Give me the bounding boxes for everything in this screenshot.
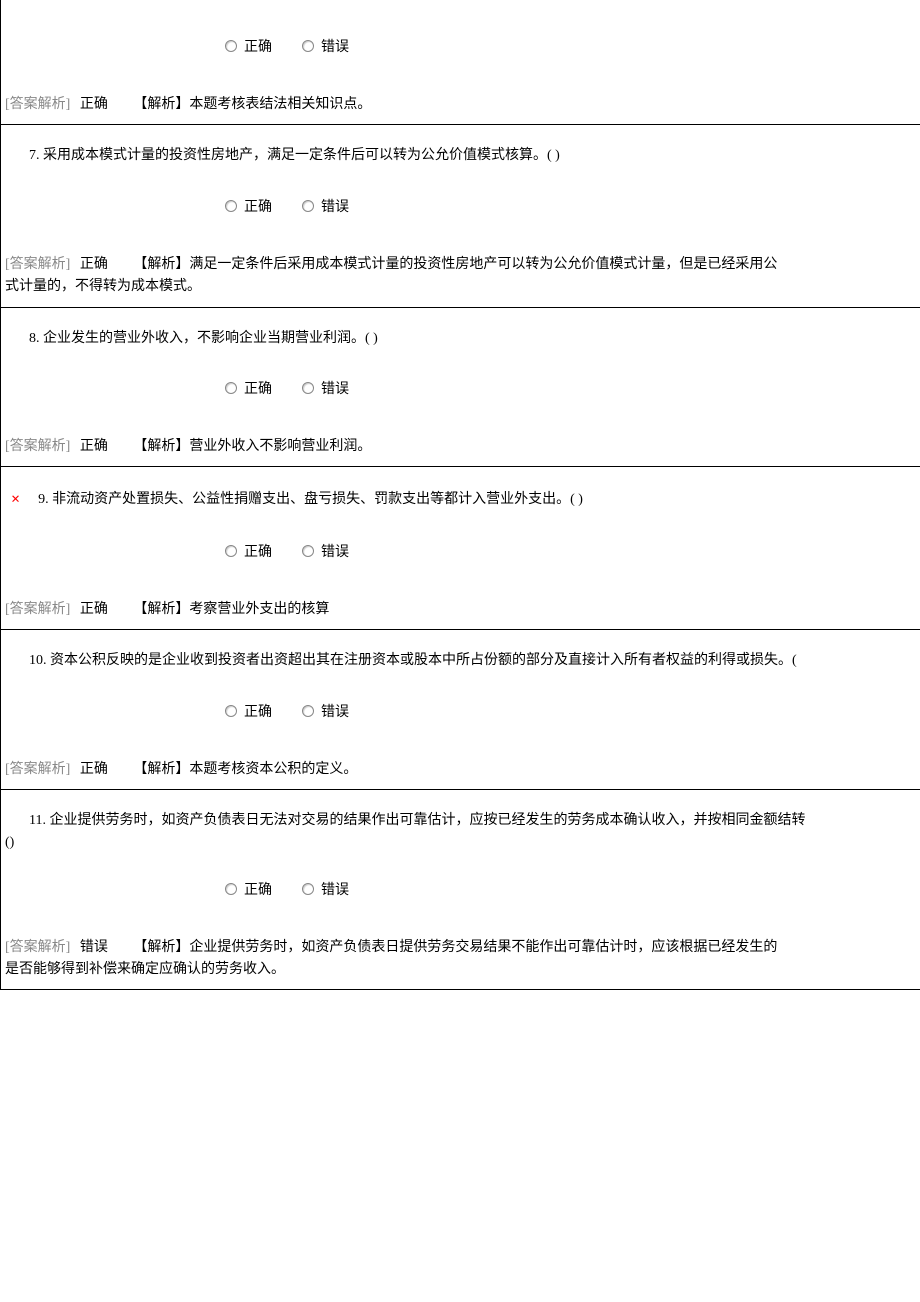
question-text: 10. 资本公积反映的是企业收到投资者出资超出其在注册资本或股本中所占份额的部分…	[1, 630, 920, 682]
question-8-block: 8. 企业发生的营业外收入，不影响企业当期营业利润。( ) 正确 错误 [答案解…	[1, 307, 920, 467]
question-8-text: 8. 企业发生的营业外收入，不影响企业当期营业利润。( )	[29, 331, 378, 346]
answer-label: [答案解析]	[5, 439, 70, 454]
option-true[interactable]: 正确	[225, 701, 299, 721]
radio-icon	[225, 883, 237, 895]
question-text: 8. 企业发生的营业外收入，不影响企业当期营业利润。( )	[1, 308, 920, 360]
options-row: 正确 错误	[1, 683, 920, 739]
answer-row: [答案解析] 正确 【解析】考察营业外支出的核算	[1, 579, 920, 629]
answer-row: [答案解析] 正确 【解析】营业外收入不影响营业利润。	[1, 416, 920, 466]
option-true[interactable]: 正确	[225, 879, 299, 899]
option-true[interactable]: 正确	[225, 378, 299, 398]
answer-value: 错误	[80, 940, 108, 955]
answer-label: [答案解析]	[5, 257, 70, 272]
radio-icon	[302, 200, 314, 212]
question-7-block: 7. 采用成本模式计量的投资性房地产，满足一定条件后可以转为公允价值模式核算。(…	[1, 124, 920, 306]
option-true-label: 正确	[244, 541, 292, 561]
option-true[interactable]: 正确	[225, 196, 299, 216]
question-10-text: 10. 资本公积反映的是企业收到投资者出资超出其在注册资本或股本中所占份额的部分…	[29, 653, 797, 668]
options-row: 正确 错误	[1, 523, 920, 579]
answer-label: [答案解析]	[5, 762, 70, 777]
answer-value: 正确	[80, 439, 108, 454]
question-text: × 9. 非流动资产处置损失、公益性捐赠支出、盘亏损失、罚款支出等都计入营业外支出…	[1, 467, 920, 523]
answer-explanation: 【解析】本题考核资本公积的定义。	[133, 762, 357, 777]
answer-row: [答案解析] 正确 【解析】满足一定条件后采用成本模式计量的投资性房地产可以转为…	[1, 234, 920, 307]
answer-explanation-line2: 是否能够得到补偿来确定应确认的劳务收入。	[5, 962, 285, 977]
options-row: 正确 错误	[1, 0, 920, 74]
radio-icon	[302, 40, 314, 52]
question-11-text-line1: 11. 企业提供劳务时，如资产负债表日无法对交易的结果作出可靠估计，应按已经发生…	[29, 813, 805, 828]
radio-icon	[225, 200, 237, 212]
answer-value: 正确	[80, 762, 108, 777]
answer-explanation: 【解析】营业外收入不影响营业利润。	[133, 439, 371, 454]
question-9-text: 9. 非流动资产处置损失、公益性捐赠支出、盘亏损失、罚款支出等都计入营业外支出。…	[38, 492, 583, 507]
options-row: 正确 错误	[1, 178, 920, 234]
answer-label: [答案解析]	[5, 602, 70, 617]
option-false[interactable]: 错误	[302, 36, 376, 56]
option-true-label: 正确	[244, 36, 292, 56]
option-false-label: 错误	[321, 879, 369, 899]
radio-icon	[225, 545, 237, 557]
answer-value: 正确	[80, 602, 108, 617]
question-11-text-line2: ()	[1, 835, 920, 861]
answer-value: 正确	[80, 97, 108, 112]
question-text: 7. 采用成本模式计量的投资性房地产，满足一定条件后可以转为公允价值模式核算。(…	[1, 125, 920, 177]
question-text: 11. 企业提供劳务时，如资产负债表日无法对交易的结果作出可靠估计，应按已经发生…	[1, 790, 920, 834]
answer-row: [答案解析] 正确 【解析】本题考核资本公积的定义。	[1, 739, 920, 789]
answer-explanation: 【解析】本题考核表结法相关知识点。	[133, 97, 371, 112]
answer-row: [答案解析] 错误 【解析】企业提供劳务时，如资产负债表日提供劳务交易结果不能作…	[1, 917, 920, 990]
answer-explanation: 【解析】考察营业外支出的核算	[133, 602, 329, 617]
wrong-mark-icon: ×	[11, 491, 20, 508]
option-false[interactable]: 错误	[302, 879, 376, 899]
radio-icon	[225, 40, 237, 52]
option-false[interactable]: 错误	[302, 701, 376, 721]
radio-icon	[302, 883, 314, 895]
bottom-rule	[1, 989, 920, 990]
document-page: 正确 错误 [答案解析] 正确 【解析】本题考核表结法相关知识点。 7. 采用成…	[0, 0, 920, 990]
option-true-label: 正确	[244, 196, 292, 216]
question-11-block: 11. 企业提供劳务时，如资产负债表日无法对交易的结果作出可靠估计，应按已经发生…	[1, 789, 920, 989]
option-false[interactable]: 错误	[302, 378, 376, 398]
answer-explanation-line2: 式计量的，不得转为成本模式。	[5, 279, 201, 294]
question-9-block: × 9. 非流动资产处置损失、公益性捐赠支出、盘亏损失、罚款支出等都计入营业外支出…	[1, 466, 920, 629]
option-false-label: 错误	[321, 378, 369, 398]
radio-icon	[302, 705, 314, 717]
answer-label: [答案解析]	[5, 940, 70, 955]
answer-label: [答案解析]	[5, 97, 70, 112]
options-row: 正确 错误	[1, 861, 920, 917]
radio-icon	[302, 382, 314, 394]
answer-value: 正确	[80, 257, 108, 272]
answer-explanation: 【解析】企业提供劳务时，如资产负债表日提供劳务交易结果不能作出可靠估计时，应该根…	[133, 940, 777, 955]
radio-icon	[225, 705, 237, 717]
option-true-label: 正确	[244, 879, 292, 899]
option-false-label: 错误	[321, 701, 369, 721]
option-true-label: 正确	[244, 701, 292, 721]
option-false[interactable]: 错误	[302, 541, 376, 561]
option-false-label: 错误	[321, 196, 369, 216]
answer-row: [答案解析] 正确 【解析】本题考核表结法相关知识点。	[1, 74, 920, 124]
radio-icon	[225, 382, 237, 394]
option-false-label: 错误	[321, 36, 369, 56]
option-true[interactable]: 正确	[225, 36, 299, 56]
answer-explanation: 【解析】满足一定条件后采用成本模式计量的投资性房地产可以转为公允价值模式计量，但…	[133, 257, 777, 272]
radio-icon	[302, 545, 314, 557]
option-true[interactable]: 正确	[225, 541, 299, 561]
option-true-label: 正确	[244, 378, 292, 398]
option-false-label: 错误	[321, 541, 369, 561]
question-6-block: 正确 错误 [答案解析] 正确 【解析】本题考核表结法相关知识点。	[1, 0, 920, 124]
option-false[interactable]: 错误	[302, 196, 376, 216]
question-10-block: 10. 资本公积反映的是企业收到投资者出资超出其在注册资本或股本中所占份额的部分…	[1, 629, 920, 789]
question-7-text: 7. 采用成本模式计量的投资性房地产，满足一定条件后可以转为公允价值模式核算。(…	[29, 148, 560, 163]
options-row: 正确 错误	[1, 360, 920, 416]
